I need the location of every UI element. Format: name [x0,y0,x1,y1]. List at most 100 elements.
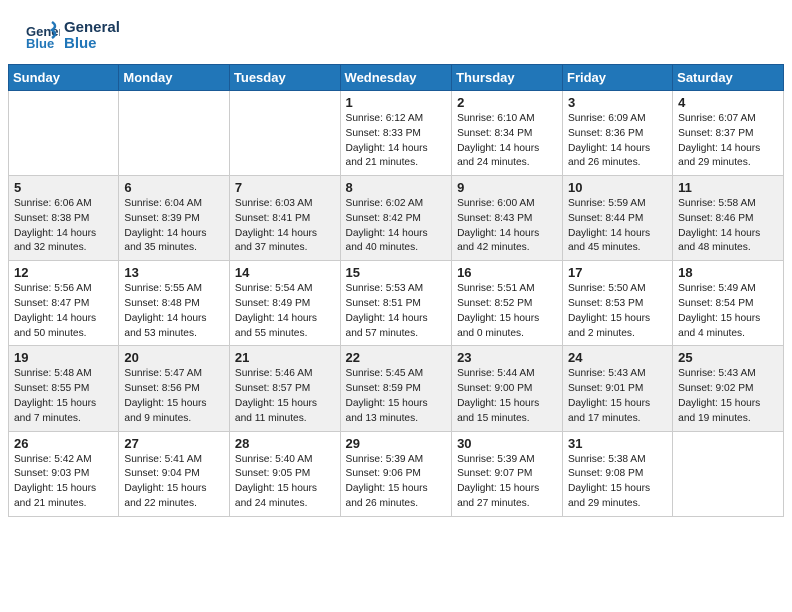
cell-info: Sunrise: 5:54 AM Sunset: 8:49 PM Dayligh… [235,282,335,341]
calendar-cell: 19 Sunrise: 5:48 AM Sunset: 8:55 PM Dayli… [9,346,119,431]
calendar-cell: 1 Sunrise: 6:12 AM Sunset: 8:33 PM Daylig… [340,91,452,176]
day-number: 13 [124,265,224,280]
calendar-cell: 23 Sunrise: 5:44 AM Sunset: 9:00 PM Dayli… [452,346,563,431]
weekday-header-monday: Monday [119,65,230,91]
calendar-cell: 28 Sunrise: 5:40 AM Sunset: 9:05 PM Dayli… [229,431,340,516]
cell-info: Sunrise: 5:38 AM Sunset: 9:08 PM Dayligh… [568,453,667,512]
logo-icon: General Blue [24,18,60,54]
cell-info: Sunrise: 5:44 AM Sunset: 9:00 PM Dayligh… [457,367,557,426]
cell-info: Sunrise: 5:45 AM Sunset: 8:59 PM Dayligh… [346,367,447,426]
logo: General Blue General Blue [24,18,120,54]
cell-info: Sunrise: 5:50 AM Sunset: 8:53 PM Dayligh… [568,282,667,341]
day-number: 23 [457,350,557,365]
cell-info: Sunrise: 5:48 AM Sunset: 8:55 PM Dayligh… [14,367,113,426]
cell-info: Sunrise: 5:40 AM Sunset: 9:05 PM Dayligh… [235,453,335,512]
calendar-cell: 10 Sunrise: 5:59 AM Sunset: 8:44 PM Dayli… [563,176,673,261]
day-number: 16 [457,265,557,280]
day-number: 3 [568,95,667,110]
day-number: 20 [124,350,224,365]
calendar-cell: 21 Sunrise: 5:46 AM Sunset: 8:57 PM Dayli… [229,346,340,431]
cell-info: Sunrise: 6:10 AM Sunset: 8:34 PM Dayligh… [457,112,557,171]
day-number: 6 [124,180,224,195]
calendar-cell: 14Sunrise: 5:54 AM Sunset: 8:49 PM Dayli… [229,261,340,346]
calendar-cell: 29 Sunrise: 5:39 AM Sunset: 9:06 PM Dayli… [340,431,452,516]
calendar-cell [229,91,340,176]
calendar-cell: 22Sunrise: 5:45 AM Sunset: 8:59 PM Dayli… [340,346,452,431]
calendar-cell: 9 Sunrise: 6:00 AM Sunset: 8:43 PM Daylig… [452,176,563,261]
week-row-5: 26Sunrise: 5:42 AM Sunset: 9:03 PM Dayli… [9,431,784,516]
week-row-2: 5 Sunrise: 6:06 AM Sunset: 8:38 PM Daylig… [9,176,784,261]
day-number: 19 [14,350,113,365]
calendar-cell: 20 Sunrise: 5:47 AM Sunset: 8:56 PM Dayli… [119,346,230,431]
calendar-cell: 2Sunrise: 6:10 AM Sunset: 8:34 PM Daylig… [452,91,563,176]
calendar-cell [673,431,784,516]
calendar-cell: 26Sunrise: 5:42 AM Sunset: 9:03 PM Dayli… [9,431,119,516]
day-number: 29 [346,436,447,451]
cell-info: Sunrise: 5:53 AM Sunset: 8:51 PM Dayligh… [346,282,447,341]
week-row-4: 19 Sunrise: 5:48 AM Sunset: 8:55 PM Dayli… [9,346,784,431]
svg-text:Blue: Blue [26,36,54,51]
logo-blue: Blue [64,36,120,53]
calendar-cell: 16 Sunrise: 5:51 AM Sunset: 8:52 PM Dayli… [452,261,563,346]
weekday-header-tuesday: Tuesday [229,65,340,91]
day-number: 28 [235,436,335,451]
cell-info: Sunrise: 5:55 AM Sunset: 8:48 PM Dayligh… [124,282,224,341]
cell-info: Sunrise: 5:43 AM Sunset: 9:01 PM Dayligh… [568,367,667,426]
cell-info: Sunrise: 6:04 AM Sunset: 8:39 PM Dayligh… [124,197,224,256]
day-number: 26 [14,436,113,451]
cell-info: Sunrise: 6:00 AM Sunset: 8:43 PM Dayligh… [457,197,557,256]
day-number: 1 [346,95,447,110]
header: General Blue General Blue [0,0,792,64]
calendar-cell: 11Sunrise: 5:58 AM Sunset: 8:46 PM Dayli… [673,176,784,261]
calendar-cell [9,91,119,176]
calendar-cell: 6 Sunrise: 6:04 AM Sunset: 8:39 PM Daylig… [119,176,230,261]
calendar-cell: 7Sunrise: 6:03 AM Sunset: 8:41 PM Daylig… [229,176,340,261]
weekday-header-sunday: Sunday [9,65,119,91]
week-row-3: 12 Sunrise: 5:56 AM Sunset: 8:47 PM Dayli… [9,261,784,346]
calendar-cell: 30Sunrise: 5:39 AM Sunset: 9:07 PM Dayli… [452,431,563,516]
cell-info: Sunrise: 5:58 AM Sunset: 8:46 PM Dayligh… [678,197,778,256]
calendar-cell: 12 Sunrise: 5:56 AM Sunset: 8:47 PM Dayli… [9,261,119,346]
weekday-header-row: SundayMondayTuesdayWednesdayThursdayFrid… [9,65,784,91]
calendar-cell: 17Sunrise: 5:50 AM Sunset: 8:53 PM Dayli… [563,261,673,346]
day-number: 30 [457,436,557,451]
calendar-cell: 31 Sunrise: 5:38 AM Sunset: 9:08 PM Dayli… [563,431,673,516]
weekday-header-friday: Friday [563,65,673,91]
day-number: 27 [124,436,224,451]
cell-info: Sunrise: 5:51 AM Sunset: 8:52 PM Dayligh… [457,282,557,341]
day-number: 15 [346,265,447,280]
day-number: 31 [568,436,667,451]
calendar-cell: 4Sunrise: 6:07 AM Sunset: 8:37 PM Daylig… [673,91,784,176]
cell-info: Sunrise: 6:12 AM Sunset: 8:33 PM Dayligh… [346,112,447,171]
calendar-table: SundayMondayTuesdayWednesdayThursdayFrid… [8,64,784,517]
calendar-cell: 27Sunrise: 5:41 AM Sunset: 9:04 PM Dayli… [119,431,230,516]
cell-info: Sunrise: 6:07 AM Sunset: 8:37 PM Dayligh… [678,112,778,171]
day-number: 5 [14,180,113,195]
day-number: 8 [346,180,447,195]
cell-info: Sunrise: 6:06 AM Sunset: 8:38 PM Dayligh… [14,197,113,256]
day-number: 21 [235,350,335,365]
cell-info: Sunrise: 5:46 AM Sunset: 8:57 PM Dayligh… [235,367,335,426]
day-number: 25 [678,350,778,365]
day-number: 18 [678,265,778,280]
calendar-cell: 5 Sunrise: 6:06 AM Sunset: 8:38 PM Daylig… [9,176,119,261]
cell-info: Sunrise: 6:03 AM Sunset: 8:41 PM Dayligh… [235,197,335,256]
cell-info: Sunrise: 5:49 AM Sunset: 8:54 PM Dayligh… [678,282,778,341]
day-number: 12 [14,265,113,280]
logo-general: General [64,20,120,37]
cell-info: Sunrise: 5:43 AM Sunset: 9:02 PM Dayligh… [678,367,778,426]
cell-info: Sunrise: 5:39 AM Sunset: 9:06 PM Dayligh… [346,453,447,512]
cell-info: Sunrise: 5:56 AM Sunset: 8:47 PM Dayligh… [14,282,113,341]
weekday-header-saturday: Saturday [673,65,784,91]
day-number: 9 [457,180,557,195]
weekday-header-thursday: Thursday [452,65,563,91]
cell-info: Sunrise: 6:09 AM Sunset: 8:36 PM Dayligh… [568,112,667,171]
day-number: 10 [568,180,667,195]
calendar-cell: 3 Sunrise: 6:09 AM Sunset: 8:36 PM Daylig… [563,91,673,176]
calendar-wrapper: SundayMondayTuesdayWednesdayThursdayFrid… [0,64,792,525]
cell-info: Sunrise: 5:59 AM Sunset: 8:44 PM Dayligh… [568,197,667,256]
cell-info: Sunrise: 5:47 AM Sunset: 8:56 PM Dayligh… [124,367,224,426]
cell-info: Sunrise: 6:02 AM Sunset: 8:42 PM Dayligh… [346,197,447,256]
calendar-cell: 24Sunrise: 5:43 AM Sunset: 9:01 PM Dayli… [563,346,673,431]
calendar-cell [119,91,230,176]
